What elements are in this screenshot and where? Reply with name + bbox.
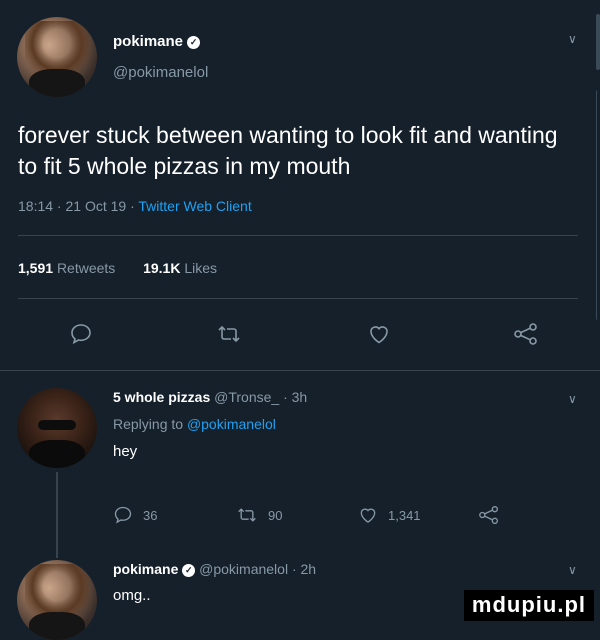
- reply-chevron-down-icon[interactable]: ∨: [568, 392, 577, 406]
- like-icon: [370, 326, 388, 344]
- divider-3: [0, 370, 600, 371]
- author-handle[interactable]: @pokimanelol: [113, 64, 208, 81]
- replying-to-label: Replying to: [113, 416, 184, 432]
- comment-icon: [71, 324, 91, 345]
- retweets-count: 1,591: [18, 260, 54, 276]
- reply-meta[interactable]: @Tronse_ · 3h: [214, 389, 307, 405]
- retweets-label: Retweets: [56, 260, 116, 276]
- share-icon: [514, 323, 537, 345]
- reply-text: hey: [113, 443, 138, 460]
- verified-badge-icon: ✓: [187, 36, 201, 49]
- like-button[interactable]: [367, 322, 391, 346]
- reply2-text: omg..: [113, 587, 151, 604]
- tweet-text: forever stuck between wanting to look fi…: [18, 122, 558, 179]
- likes-stat[interactable]: 19.1K Likes: [143, 260, 217, 276]
- reply-comment-button[interactable]: 36: [113, 505, 157, 525]
- tweet-timestamp[interactable]: 18:14 · 21 Oct 19 ·: [18, 198, 135, 214]
- scrollbar-track[interactable]: [596, 90, 600, 320]
- divider-1: [18, 235, 578, 236]
- chevron-down-icon[interactable]: ∨: [568, 32, 577, 46]
- reply-display-name[interactable]: 5 whole pizzas: [113, 389, 210, 405]
- retweet-icon: [218, 325, 240, 343]
- avatar-pokimane-reply[interactable]: [17, 560, 97, 640]
- author-display-name[interactable]: pokimane: [113, 33, 183, 50]
- replying-to: Replying to @pokimanelol: [113, 416, 276, 432]
- reply-button[interactable]: [69, 322, 93, 346]
- reply-like-count: 1,341: [388, 507, 421, 523]
- tweet-meta: 18:14 · 21 Oct 19 · Twitter Web Client: [18, 198, 252, 214]
- tweet-stats: 1,591 Retweets 19.1K Likes: [18, 260, 217, 276]
- share-button[interactable]: [513, 322, 539, 346]
- reply-like-button[interactable]: 1,341: [358, 505, 421, 525]
- verified-badge-icon: ✓: [182, 564, 196, 577]
- divider-2: [18, 298, 578, 299]
- avatar-5-whole-pizzas[interactable]: [17, 388, 97, 468]
- author-name-row: pokimane ✓: [113, 33, 201, 50]
- reply-share-button[interactable]: [478, 505, 500, 530]
- replying-to-handle[interactable]: @pokimanelol: [187, 416, 276, 432]
- likes-count: 19.1K: [143, 260, 181, 276]
- retweets-stat[interactable]: 1,591 Retweets: [18, 260, 119, 276]
- reply-retweet-button[interactable]: 90: [236, 505, 282, 525]
- scrollbar-thumb-top[interactable]: [596, 14, 600, 70]
- watermark-logo: mdupiu.pl: [463, 590, 594, 621]
- reply2-chevron-down-icon[interactable]: ∨: [568, 563, 577, 577]
- thread-line: [56, 472, 58, 558]
- reply2-meta[interactable]: @pokimanelol · 2h: [199, 561, 316, 577]
- share-icon: [479, 506, 499, 524]
- comment-icon: [114, 506, 132, 524]
- reply2-header: pokimane ✓ @pokimanelol · 2h: [113, 561, 316, 577]
- like-icon: [360, 508, 376, 523]
- reply-comment-count: 36: [143, 507, 158, 523]
- retweet-icon: [238, 508, 256, 522]
- likes-label: Likes: [184, 260, 218, 276]
- reply-retweet-count: 90: [268, 507, 283, 523]
- avatar-pokimane[interactable]: [17, 17, 97, 97]
- tweet-client[interactable]: Twitter Web Client: [138, 198, 251, 214]
- retweet-button[interactable]: [216, 322, 242, 346]
- reply2-display-name[interactable]: pokimane: [113, 561, 178, 577]
- reply-header: 5 whole pizzas @Tronse_ · 3h: [113, 389, 307, 405]
